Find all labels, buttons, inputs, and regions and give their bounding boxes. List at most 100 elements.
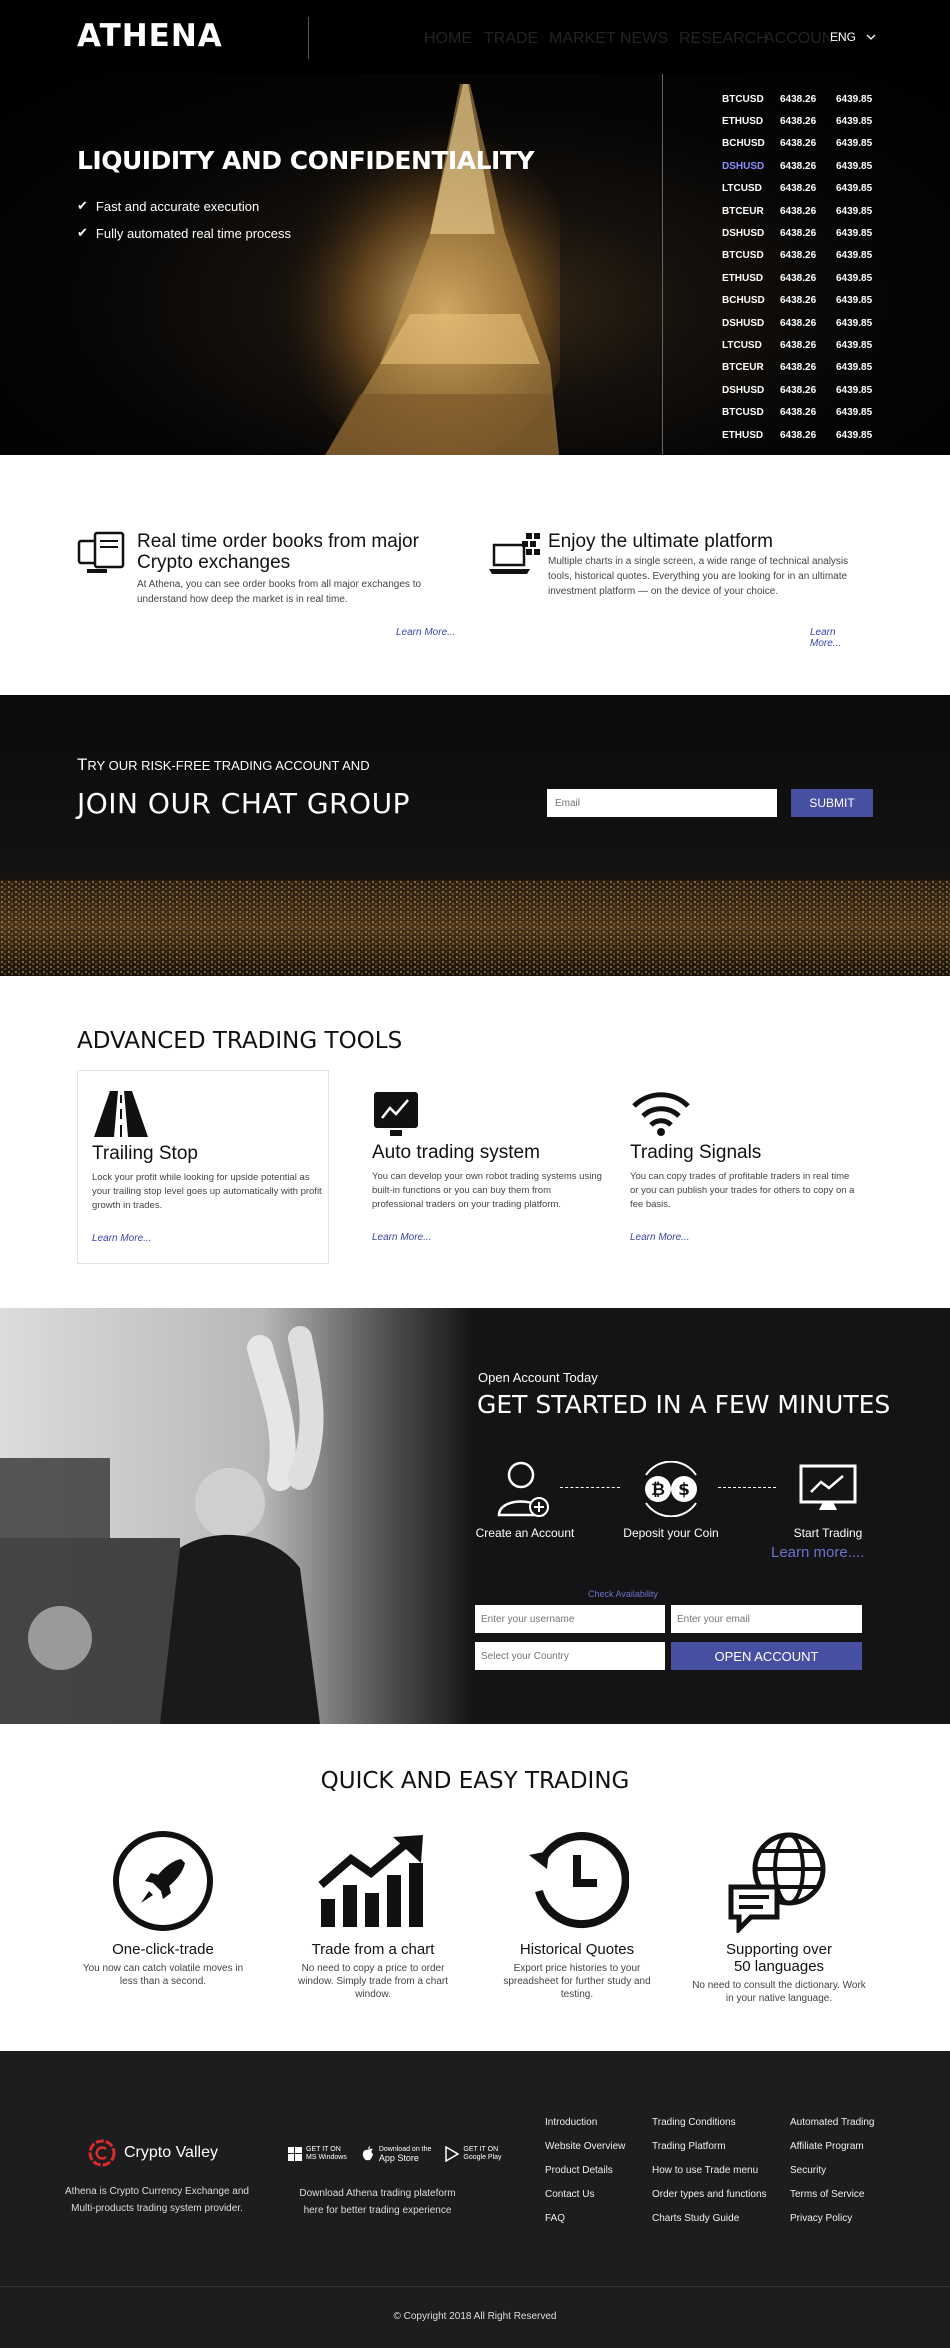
- brand-description: Athena is Crypto Currency Exchange and M…: [65, 2186, 249, 2214]
- footer-link[interactable]: Contact Us: [545, 2189, 625, 2213]
- quick-title: One-click-trade: [112, 1941, 214, 1958]
- username-input[interactable]: [475, 1605, 665, 1633]
- hero-bullet: ✔ Fully automated real time process: [77, 225, 291, 241]
- footer-link[interactable]: Introduction: [545, 2117, 625, 2141]
- google-play-badge[interactable]: GET IT ON Google Play: [445, 2146, 502, 2162]
- step-label: Create an Account: [475, 1526, 575, 1540]
- footer-link[interactable]: Automated Trading: [790, 2117, 875, 2141]
- chat-subtitle: TRY OUR RISK-FREE TRADING ACCOUNT AND: [77, 755, 370, 774]
- ticker-sym: BTCUSD: [722, 407, 764, 419]
- copyright-text: © Copyright 2018 All Right Reserved: [393, 2311, 557, 2322]
- price-ticker: BTCUSD 6438.26 6439.85 ETHUSD 6438.26 6439.85…: [722, 88, 912, 446]
- ticker-row[interactable]: BTCUSD 6438.26 6439.85: [722, 88, 912, 110]
- ticker-row[interactable]: ETHUSD 6438.26 6439.85: [722, 110, 912, 132]
- growth-chart-icon: [318, 1835, 423, 1927]
- ticker-ask: 6439.85: [836, 362, 873, 374]
- download-badges: GET IT ON MS Windows Download on the App S…: [288, 2146, 502, 2163]
- footer-link[interactable]: Product Details: [545, 2165, 625, 2189]
- ticker-row[interactable]: DSHUSD 6438.26 6439.85: [722, 222, 912, 244]
- get-started-section: Open Account Today GET STARTED IN A FEW …: [0, 1308, 950, 1724]
- app-store-badge[interactable]: Download on the App Store: [361, 2146, 431, 2163]
- nav-item-news[interactable]: NEWS: [620, 30, 668, 48]
- ticker-row[interactable]: DSHUSD 6438.26 6439.85: [722, 155, 912, 177]
- feature-text: At Athena, you can see order books from …: [137, 579, 422, 605]
- ticker-row[interactable]: DSHUSD 6438.26 6439.85: [722, 379, 912, 401]
- language-selector[interactable]: ENG: [830, 30, 876, 44]
- step-create-account: Create an Account: [465, 1458, 585, 1540]
- tool-title: Auto trading system: [372, 1142, 540, 1163]
- hero-title: LIQUIDITY AND CONFIDENTIALITY: [77, 146, 534, 175]
- ticker-ask: 6439.85: [836, 160, 873, 172]
- submit-button[interactable]: SUBMIT: [791, 789, 873, 817]
- feature-platform: Enjoy the ultimate platform Multiple cha…: [488, 531, 868, 649]
- footer-link[interactable]: Security: [790, 2165, 875, 2189]
- ticker-ask: 6439.85: [836, 116, 873, 128]
- hero-bullet-text: Fast and accurate execution: [95, 198, 260, 214]
- ticker-row[interactable]: BTCEUR 6438.26 6439.85: [722, 357, 912, 379]
- open-account-button[interactable]: OPEN ACCOUNT: [671, 1642, 862, 1670]
- trading-tools-section: ADVANCED TRADING TOOLS Trailing Stop Loc…: [0, 976, 950, 1308]
- ticker-row[interactable]: LTCUSD 6438.26 6439.85: [722, 334, 912, 356]
- copyright-bar: © Copyright 2018 All Right Reserved: [0, 2286, 950, 2348]
- footer-link[interactable]: Trading Conditions: [652, 2117, 767, 2141]
- ms-windows-badge[interactable]: GET IT ON MS Windows: [288, 2146, 347, 2162]
- check-availability-link[interactable]: Check Availability: [588, 1589, 658, 1599]
- ticker-ask: 6439.85: [836, 272, 873, 284]
- footer-link[interactable]: How to use Trade menu: [652, 2165, 767, 2189]
- learn-more-link[interactable]: Learn More...: [372, 1232, 431, 1243]
- laptop-icon: [489, 533, 540, 574]
- learn-more-link[interactable]: Learn More...: [396, 627, 455, 638]
- country-select[interactable]: [475, 1642, 665, 1670]
- footer-links-col-1: Introduction Website Overview Product Deta…: [545, 2117, 625, 2237]
- ticker-ask: 6439.85: [836, 295, 873, 307]
- ticker-row[interactable]: DSHUSD 6438.26 6439.85: [722, 312, 912, 334]
- hero-bullet: ✔ Fast and accurate execution: [77, 198, 259, 214]
- footer-link[interactable]: Website Overview: [545, 2141, 625, 2165]
- ticker-row[interactable]: BTCUSD 6438.26 6439.85: [722, 401, 912, 423]
- nav-item-home[interactable]: HOME: [424, 30, 472, 48]
- ticker-bid: 6438.26: [780, 317, 817, 329]
- chat-title: JOIN OUR CHAT GROUP: [77, 787, 410, 820]
- checkmark-icon: ✔: [77, 198, 88, 213]
- ticker-row[interactable]: BCHUSD 6438.26 6439.85: [722, 133, 912, 155]
- ticker-bid: 6438.26: [780, 138, 817, 150]
- chevron-down-icon: [866, 34, 876, 40]
- email-input[interactable]: [671, 1605, 862, 1633]
- nav-item-trade[interactable]: TRADE: [484, 30, 538, 48]
- nav-item-market[interactable]: MARKET: [549, 30, 616, 48]
- ticker-sym: ETHUSD: [722, 272, 764, 284]
- footer-link[interactable]: Order types and functions: [652, 2189, 767, 2213]
- ticker-sym: BCHUSD: [722, 138, 765, 150]
- ticker-divider: [662, 74, 663, 455]
- ticker-row[interactable]: BTCEUR 6438.26 6439.85: [722, 200, 912, 222]
- ticker-bid: 6438.26: [780, 272, 817, 284]
- footer-link[interactable]: Privacy Policy: [790, 2213, 875, 2237]
- ticker-row[interactable]: BCHUSD 6438.26 6439.85: [722, 290, 912, 312]
- ticker-sym: BTCUSD: [722, 93, 764, 105]
- footer-link[interactable]: Trading Platform: [652, 2141, 767, 2165]
- ticker-sym: BCHUSD: [722, 295, 765, 307]
- learn-more-link[interactable]: Learn More...: [92, 1233, 151, 1244]
- learn-more-link[interactable]: Learn More...: [810, 627, 868, 649]
- ticker-row[interactable]: BTCUSD 6438.26 6439.85: [722, 245, 912, 267]
- eiffel-tower-image: [280, 84, 560, 455]
- ticker-row[interactable]: ETHUSD 6438.26 6439.85: [722, 424, 912, 446]
- quick-title: Trade from a chart: [311, 1941, 435, 1958]
- learn-more-link[interactable]: Learn More...: [630, 1232, 689, 1243]
- tool-card-auto-trading: Auto trading system You can develop your…: [358, 1070, 610, 1264]
- footer-brand[interactable]: Crypto Valley: [88, 2139, 218, 2167]
- email-input[interactable]: [547, 789, 777, 817]
- learn-more-link[interactable]: Learn more....: [771, 1544, 864, 1561]
- ticker-ask: 6439.85: [836, 384, 873, 396]
- ticker-row[interactable]: LTCUSD 6438.26 6439.85: [722, 178, 912, 200]
- logo[interactable]: ATHENA: [77, 18, 223, 54]
- footer-link[interactable]: Terms of Service: [790, 2189, 875, 2213]
- footer-link[interactable]: FAQ: [545, 2213, 625, 2237]
- footer-link[interactable]: Charts Study Guide: [652, 2213, 767, 2237]
- nav-item-research[interactable]: RESEARCH: [679, 30, 768, 48]
- step-start-trading: Start Trading: [768, 1458, 888, 1540]
- apple-icon: [362, 2146, 373, 2161]
- ticker-row[interactable]: ETHUSD 6438.26 6439.85: [722, 267, 912, 289]
- footer-link[interactable]: Affiliate Program: [790, 2141, 875, 2165]
- add-user-icon: [497, 1461, 549, 1517]
